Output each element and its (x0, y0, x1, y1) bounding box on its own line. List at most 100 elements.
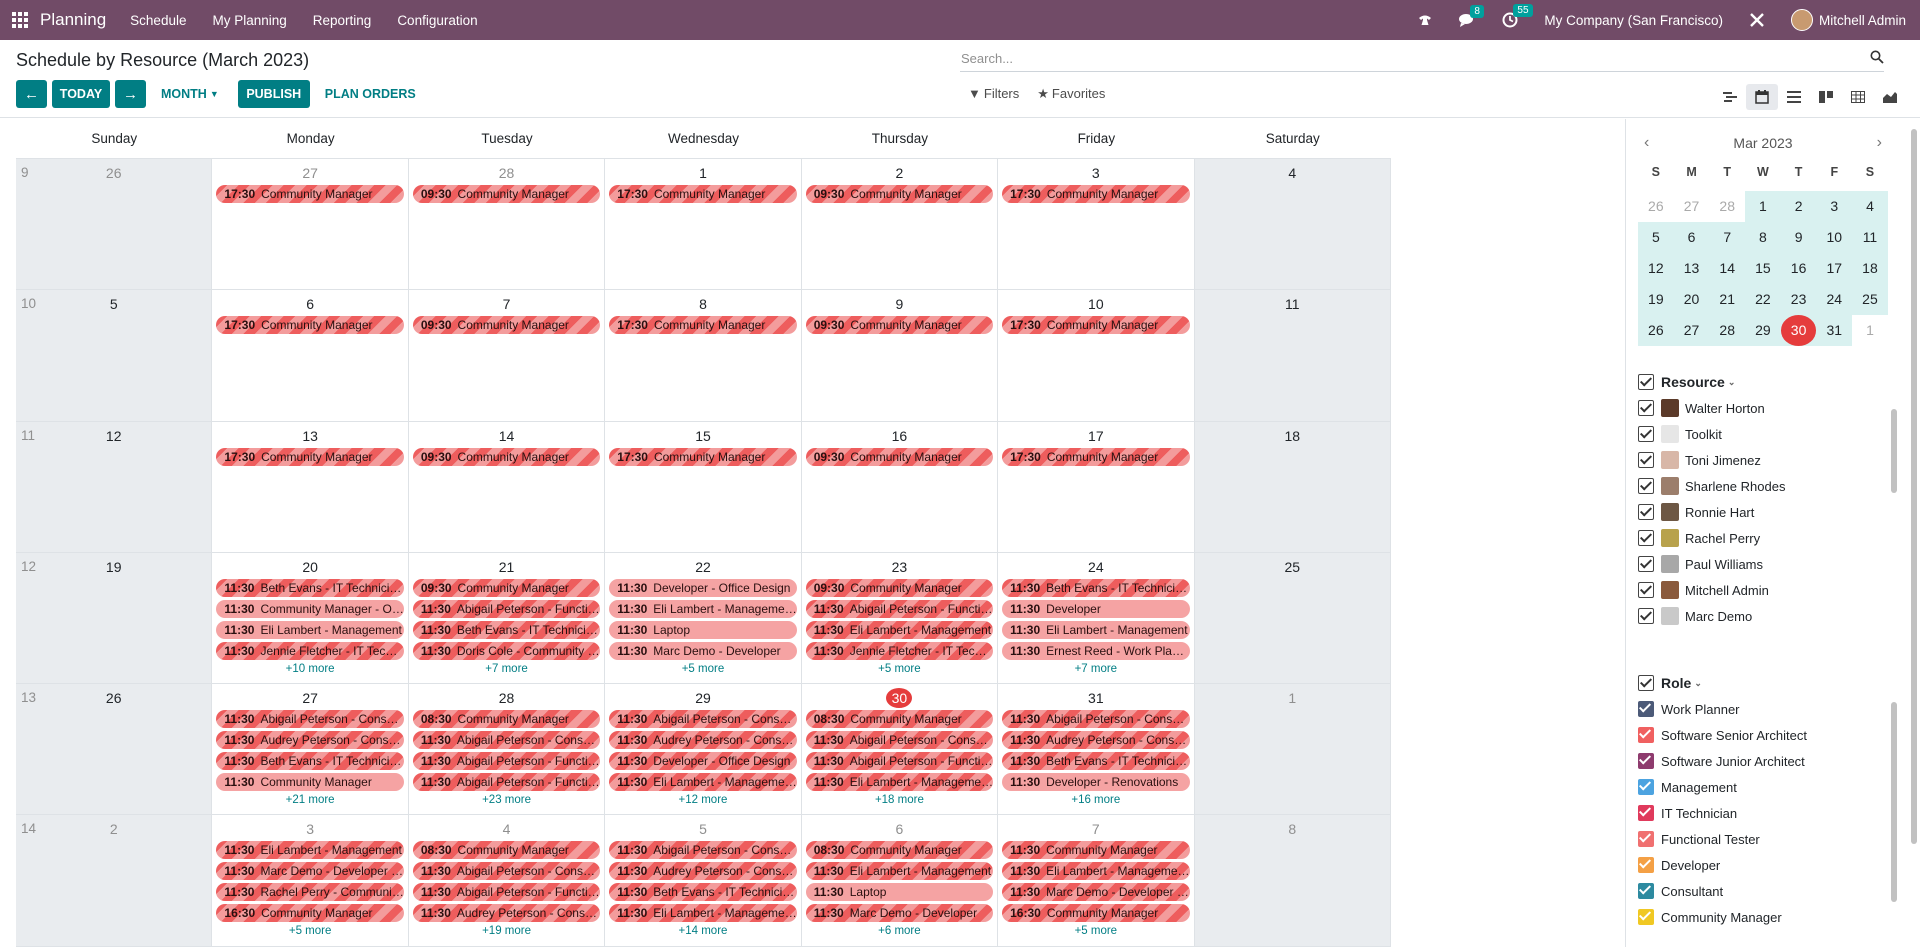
mini-day[interactable]: 19 (1638, 284, 1674, 315)
day-number[interactable]: 5 (605, 819, 800, 839)
calendar-day-cell[interactable]: 7 09:30 Community Manager (409, 290, 606, 421)
menu-reporting[interactable]: Reporting (313, 13, 372, 28)
calendar-day-cell[interactable]: 12 (16, 421, 213, 552)
more-events-link[interactable]: +19 more (413, 925, 600, 937)
planning-shift-event[interactable]: 17:30 Community Manager (609, 185, 797, 203)
menu-schedule[interactable]: Schedule (130, 13, 186, 28)
resource-filter-item[interactable]: Toni Jimenez (1638, 447, 1898, 473)
planning-shift-event[interactable]: 11:30 Rachel Perry - Community M... (216, 883, 404, 902)
calendar-day-cell[interactable]: 6 08:30 Community Manager 11:30 Eli Lambert … (802, 815, 999, 946)
calendar-day-cell[interactable]: 26 (16, 159, 213, 290)
mini-day[interactable]: 13 (1673, 253, 1710, 284)
mini-day[interactable]: 18 (1852, 253, 1888, 284)
gantt-view-icon[interactable] (1714, 84, 1746, 110)
planning-shift-event[interactable]: 11:30 Developer - Renovations (1002, 773, 1190, 792)
calendar-day-cell[interactable]: 2 09:30 Community Manager (802, 159, 999, 290)
calendar-day-cell[interactable]: 21 09:30 Community Manager 11:30 Abigail Pet… (409, 552, 606, 684)
planning-shift-event[interactable]: 11:30 Community Manager - Offic... (216, 599, 404, 618)
planning-shift-event[interactable]: 08:30 Community Manager (412, 710, 601, 729)
role-filter-item[interactable]: Management (1638, 774, 1898, 800)
role-color-checkbox[interactable] (1638, 857, 1654, 873)
role-filter-item[interactable]: Software Junior Architect (1638, 748, 1898, 774)
mini-day[interactable]: 9 (1780, 222, 1817, 253)
more-events-link[interactable]: +16 more (1002, 794, 1189, 806)
kanban-view-icon[interactable] (1810, 84, 1842, 110)
planning-shift-event[interactable]: 11:30 Beth Evans - IT Technician - S... (412, 620, 601, 639)
more-events-link[interactable]: +23 more (413, 794, 600, 806)
calendar-day-cell[interactable]: 8 (1194, 815, 1391, 946)
mini-day[interactable]: 4 (1852, 191, 1888, 222)
role-color-checkbox[interactable] (1638, 727, 1654, 743)
day-number[interactable]: 15 (605, 426, 800, 446)
planning-shift-event[interactable]: 11:30 Abigail Peterson - Functiona... (805, 599, 994, 618)
more-events-link[interactable]: +5 more (1002, 925, 1189, 937)
calendar-day-cell[interactable]: 30 08:30 Community Manager 11:30 Abigail Pet… (802, 684, 999, 815)
calendar-day-cell[interactable]: 20 11:30 Beth Evans - IT Technician - S...… (212, 552, 409, 684)
role-color-checkbox[interactable] (1638, 701, 1654, 717)
role-filter-header[interactable]: Role ⌄ (1638, 672, 1898, 694)
resource-checkbox[interactable] (1638, 608, 1654, 624)
day-number[interactable]: 28 (409, 163, 604, 183)
calendar-day-cell[interactable]: 22 11:30 Developer - Office Design 11:30 Eli… (605, 552, 802, 684)
planning-shift-event[interactable]: 09:30 Community Manager (412, 447, 601, 466)
mini-day[interactable]: 25 (1852, 284, 1888, 315)
resource-filter-header[interactable]: Resource ⌄ (1638, 371, 1898, 393)
mini-day[interactable]: 11 (1852, 222, 1888, 253)
planning-shift-event[interactable]: 11:30 Eli Lambert - Management - ... (1002, 862, 1190, 881)
mini-day[interactable]: 3 (1816, 191, 1853, 222)
planning-shift-event[interactable]: 17:30 Community Manager (216, 316, 404, 335)
mini-day[interactable]: 7 (1709, 222, 1746, 253)
day-number[interactable]: 2 (16, 819, 211, 839)
day-number[interactable]: 6 (802, 819, 997, 839)
planning-shift-event[interactable]: 11:30 Laptop (609, 620, 797, 639)
planning-shift-event[interactable]: 11:30 Developer (1002, 599, 1190, 618)
planning-shift-event[interactable]: 09:30 Community Manager (412, 578, 601, 597)
planning-shift-event[interactable]: 11:30 Beth Evans - IT Technician - S... (1002, 578, 1190, 597)
day-number[interactable]: 8 (1195, 819, 1390, 839)
scale-dropdown[interactable]: MONTH ▼ (151, 80, 229, 108)
planning-shift-event[interactable]: 11:30 Eli Lambert - Management (1002, 620, 1190, 639)
calendar-day-cell[interactable]: 26 (16, 684, 213, 815)
mini-day[interactable]: 27 (1673, 315, 1710, 346)
day-number[interactable]: 26 (16, 688, 211, 708)
planning-shift-event[interactable]: 09:30 Community Manager (805, 447, 994, 466)
user-menu[interactable]: Mitchell Admin (1790, 9, 1906, 31)
mini-day[interactable]: 2 (1780, 191, 1817, 222)
role-filter-item[interactable]: Developer (1638, 852, 1898, 878)
calendar-day-cell[interactable]: 27 17:30 Community Manager (212, 159, 409, 290)
app-menu-grid-icon[interactable] (0, 0, 40, 40)
planning-shift-event[interactable]: 11:30 Eli Lambert - Management - ... (805, 773, 994, 792)
resource-filter-item[interactable]: Marc Demo (1638, 603, 1898, 627)
calendar-day-cell[interactable]: 11 (1194, 290, 1391, 421)
day-number[interactable]: 20 (212, 557, 407, 577)
resource-filter-item[interactable]: Mitchell Admin (1638, 577, 1898, 603)
day-number[interactable]: 3 (998, 163, 1193, 183)
more-events-link[interactable]: +12 more (609, 794, 796, 806)
planning-shift-event[interactable]: 09:30 Community Manager (805, 578, 994, 597)
role-color-checkbox[interactable] (1638, 909, 1654, 925)
planning-shift-event[interactable]: 17:30 Community Manager (1002, 447, 1190, 466)
planning-shift-event[interactable]: 11:30 Abigail Peterson - Consultant (609, 841, 797, 860)
calendar-day-cell[interactable]: 1 17:30 Community Manager (605, 159, 802, 290)
resource-checkbox[interactable] (1638, 426, 1654, 442)
day-number[interactable]: 9 (802, 294, 997, 314)
planning-shift-event[interactable]: 08:30 Community Manager (412, 841, 601, 860)
mini-day[interactable]: 10 (1816, 222, 1853, 253)
planning-shift-event[interactable]: 08:30 Community Manager (805, 710, 994, 729)
planning-shift-event[interactable]: 08:30 Community Manager (805, 841, 994, 860)
role-color-checkbox[interactable] (1638, 805, 1654, 821)
day-number[interactable]: 19 (16, 557, 211, 577)
menu-my-planning[interactable]: My Planning (212, 13, 286, 28)
day-number[interactable]: 24 (998, 557, 1193, 577)
role-scrollbar[interactable] (1890, 696, 1898, 946)
more-events-link[interactable]: +21 more (216, 794, 403, 806)
day-number[interactable]: 3 (212, 819, 407, 839)
day-number[interactable]: 5 (16, 294, 211, 314)
planning-shift-event[interactable]: 11:30 Abigail Peterson - Functiona... (412, 599, 601, 618)
mini-next-chevron-icon[interactable]: › (1871, 134, 1888, 152)
planning-shift-event[interactable]: 11:30 Abigail Peterson - Consultant (216, 710, 404, 729)
next-button[interactable]: → (115, 80, 146, 108)
resource-all-checkbox[interactable] (1638, 374, 1654, 390)
planning-shift-event[interactable]: 11:30 Abigail Peterson - Functiona... (412, 752, 601, 771)
resource-filter-item[interactable]: Rachel Perry (1638, 525, 1898, 551)
